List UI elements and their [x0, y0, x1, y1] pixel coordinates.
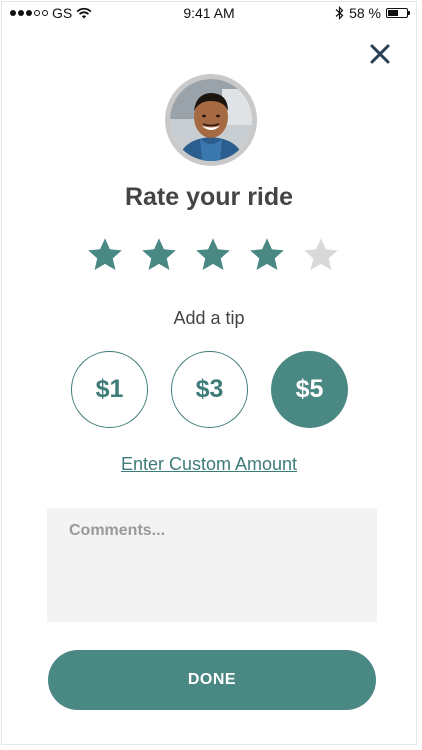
status-bar: GS 9:41 AM 58 % [2, 2, 416, 26]
tip-label: Add a tip [173, 308, 245, 328]
done-button[interactable]: DONE [48, 650, 376, 710]
close-icon [370, 44, 390, 64]
star-icon[interactable] [194, 236, 232, 274]
bluetooth-icon [335, 6, 344, 20]
battery-icon [386, 8, 410, 18]
driver-avatar [165, 74, 257, 166]
battery-fill [388, 10, 398, 16]
star-icon[interactable] [86, 236, 124, 274]
battery-percent: 58 % [349, 5, 381, 21]
comments-field[interactable]: Comments... [47, 508, 377, 622]
tip-option-5[interactable]: $5 [271, 351, 348, 428]
star-icon[interactable] [248, 236, 286, 274]
star-icon[interactable] [302, 236, 340, 274]
tip-option-3[interactable]: $3 [171, 351, 248, 428]
star-icon[interactable] [140, 236, 178, 274]
tip-options: $1 $3 $5 [71, 351, 348, 428]
custom-amount-link[interactable]: Enter Custom Amount [2, 454, 416, 475]
avatar-photo [170, 79, 252, 161]
close-button[interactable] [368, 42, 392, 66]
star-rating [86, 236, 340, 274]
status-right: 58 % [335, 5, 410, 21]
app-screen: GS 9:41 AM 58 % Rate your ride Add a tip… [1, 1, 417, 745]
tip-option-1[interactable]: $1 [71, 351, 148, 428]
page-title: Rate your ride [124, 183, 294, 211]
